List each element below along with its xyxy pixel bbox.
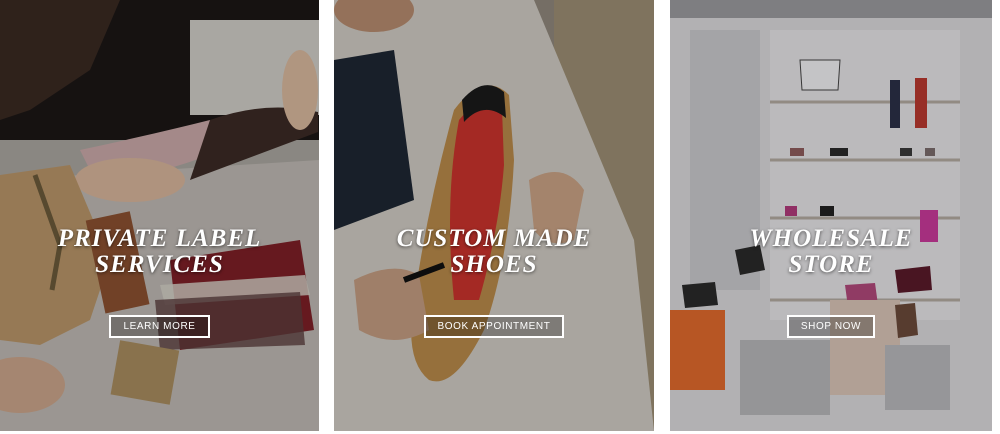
card-title-line2: SERVICES	[95, 251, 224, 278]
learn-more-button[interactable]: LEARN MORE	[109, 315, 210, 338]
promo-card-wholesale[interactable]: WHOLESALE STORE SHOP NOW	[670, 0, 992, 431]
promo-card-custom-made[interactable]: CUSTOM MADE SHOES BOOK APPOINTMENT	[334, 0, 654, 431]
card-content: WHOLESALE STORE SHOP NOW	[670, 226, 992, 338]
image-dim-overlay	[334, 0, 654, 431]
card-content: CUSTOM MADE SHOES BOOK APPOINTMENT	[334, 226, 654, 338]
card-content: PRIVATE LABEL SERVICES LEARN MORE	[0, 226, 319, 338]
shop-now-button[interactable]: SHOP NOW	[786, 315, 876, 338]
card-title: CUSTOM MADE SHOES	[334, 226, 654, 278]
card-title-line2: STORE	[788, 251, 874, 278]
card-title-line1: PRIVATE LABEL	[57, 225, 262, 252]
promo-card-private-label[interactable]: PRIVATE LABEL SERVICES LEARN MORE	[0, 0, 319, 431]
card-title: WHOLESALE STORE	[670, 226, 992, 278]
promo-card-row: PRIVATE LABEL SERVICES LEARN MORE CUSTOM…	[0, 0, 1000, 434]
image-dim-overlay	[0, 0, 319, 431]
card-title-line2: SHOES	[450, 251, 538, 278]
card-title: PRIVATE LABEL SERVICES	[0, 226, 319, 278]
card-title-line1: CUSTOM MADE	[396, 225, 592, 252]
card-title-line1: WHOLESALE	[749, 225, 913, 252]
book-appointment-button[interactable]: BOOK APPOINTMENT	[423, 315, 565, 338]
image-dim-overlay	[670, 0, 992, 431]
